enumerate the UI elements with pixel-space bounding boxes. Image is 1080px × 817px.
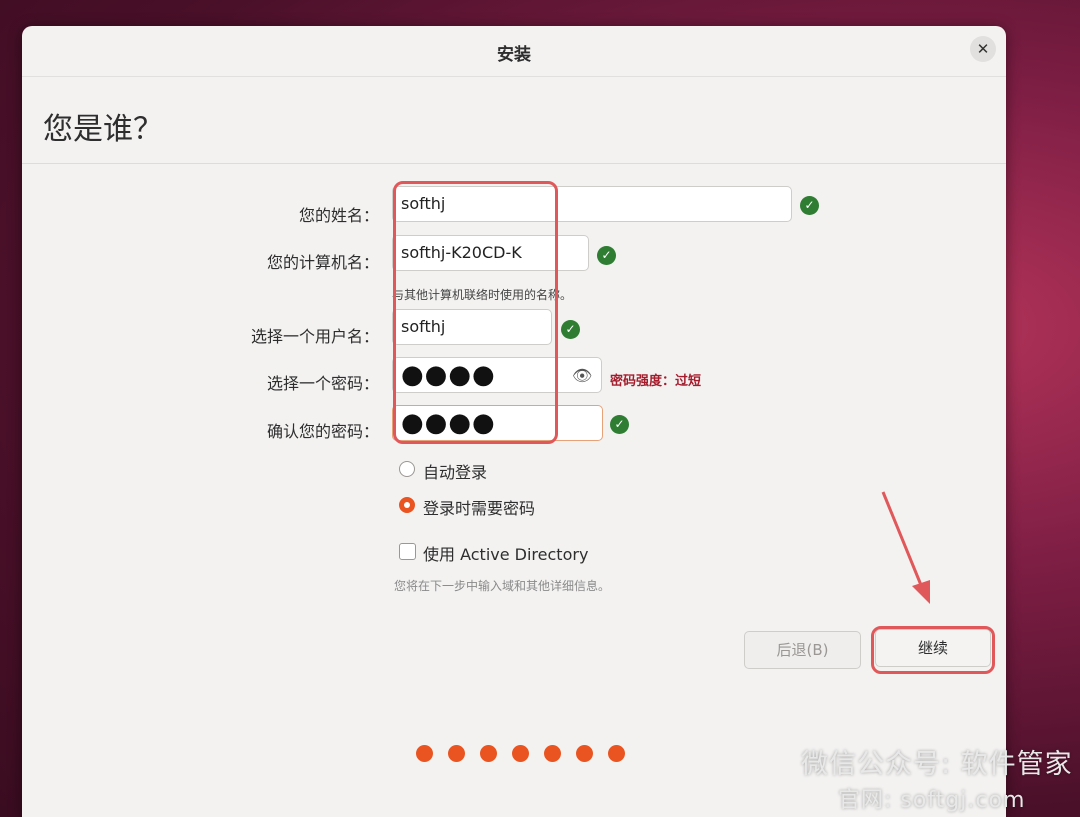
annotation-arrow [881,491,930,604]
watermark-line-1: 微信公众号: 软件管家 [801,749,1073,780]
watermark-line-2: 官网: softgj.com [838,788,1026,813]
